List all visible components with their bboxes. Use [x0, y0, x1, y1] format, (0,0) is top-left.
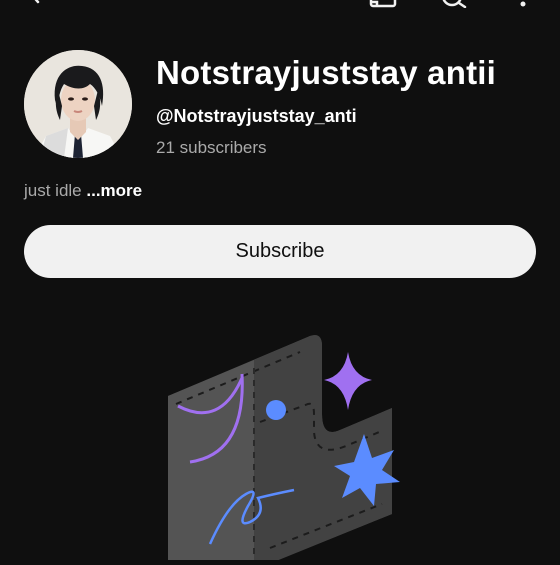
subscriber-count: 21 subscribers	[156, 138, 267, 157]
channel-handle: @Notstrayjuststay_anti	[156, 106, 357, 126]
channel-name: Notstrayjuststay antii	[156, 54, 496, 91]
channel-description[interactable]: just idle ...more	[24, 181, 142, 201]
subscribe-button[interactable]: Subscribe	[24, 225, 536, 278]
top-app-bar	[0, 0, 560, 9]
search-icon[interactable]	[438, 0, 468, 9]
more-vert-icon[interactable]	[508, 0, 538, 8]
cast-icon[interactable]	[368, 0, 398, 8]
avatar-portrait-image	[24, 50, 132, 158]
channel-avatar[interactable]	[24, 50, 132, 158]
empty-state-illustration	[150, 318, 410, 565]
back-arrow-icon[interactable]	[20, 0, 50, 8]
description-text: just idle	[24, 181, 82, 200]
more-link[interactable]: ...more	[86, 181, 142, 200]
